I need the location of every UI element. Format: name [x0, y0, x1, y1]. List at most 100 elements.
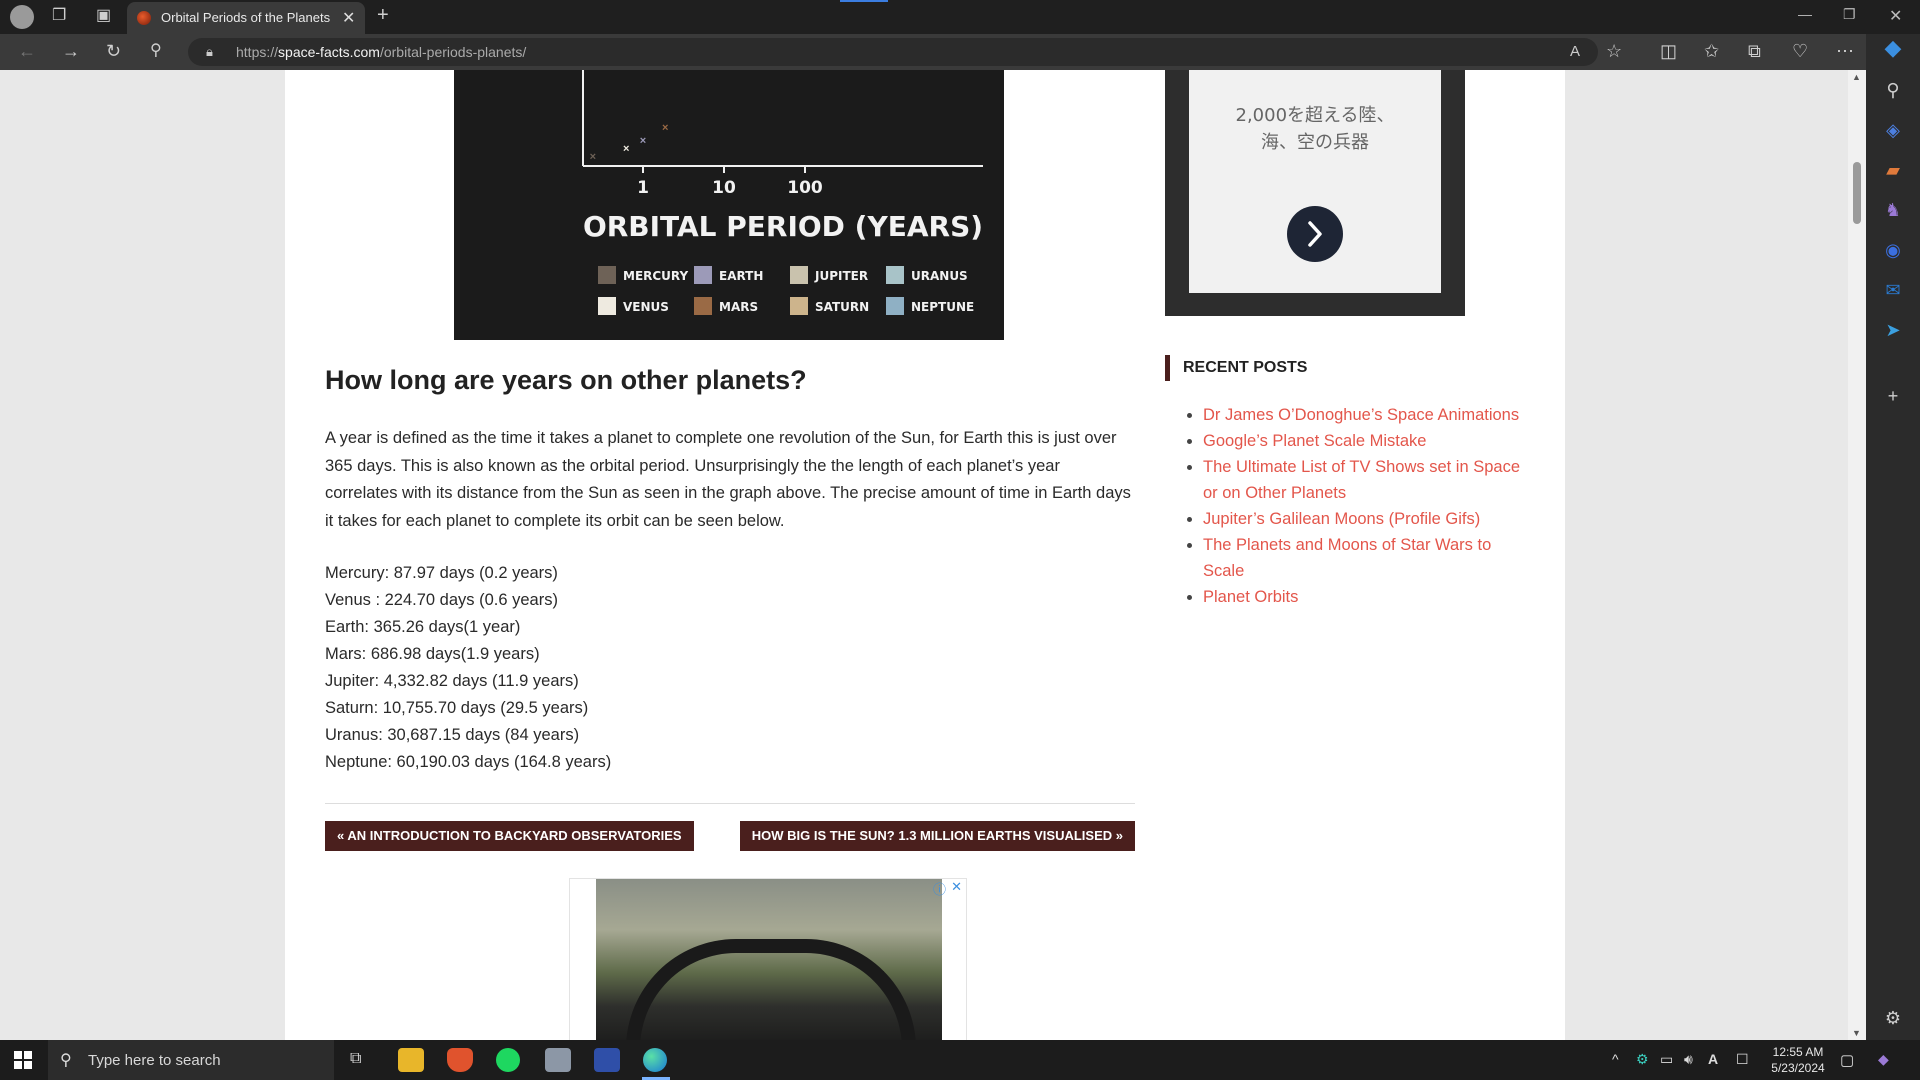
recent-post-link[interactable]: Jupiter’s Galilean Moons (Profile Gifs)	[1203, 510, 1480, 528]
refresh-icon[interactable]: ↻	[106, 41, 121, 61]
taskbar-clock[interactable]: 12:55 AM 5/23/2024	[1762, 1044, 1834, 1076]
focus-assist-icon[interactable]: ☐	[1736, 1051, 1749, 1068]
scroll-up-icon[interactable]: ▲	[1852, 72, 1861, 82]
address-bar[interactable]: 🔒︎ https://space-facts.com/orbital-perio…	[188, 38, 1622, 66]
file-explorer-icon[interactable]	[398, 1048, 424, 1072]
planet-row-mercury: Mercury: 87.97 days (0.2 years)	[325, 564, 558, 582]
legend-label-earth: EARTH	[719, 269, 763, 283]
edge-sidebar: ◆ ⚲ ◈ ▰ ♞ ◉ ✉ ➤ + ⚙	[1866, 34, 1920, 1040]
back-icon[interactable]: ←	[18, 41, 36, 61]
browser-title-bar: ❐ ▣ Orbital Periods of the Planets - S ✕…	[0, 0, 1920, 34]
input-language-icon[interactable]: A	[1708, 1051, 1718, 1067]
profile-avatar-icon[interactable]	[10, 5, 34, 29]
legend-swatch-jupiter	[790, 266, 808, 284]
network-icon[interactable]: ▭	[1660, 1051, 1673, 1068]
copilot-taskbar-icon[interactable]: ◆	[1878, 1051, 1889, 1068]
list-item: Google’s Planet Scale Mistake	[1203, 428, 1533, 454]
legend-label-saturn: SATURN	[815, 300, 869, 314]
scroll-down-icon[interactable]: ▼	[1852, 1028, 1861, 1038]
collections-icon[interactable]: ⧉	[1748, 41, 1761, 61]
split-screen-icon[interactable]: ◫	[1660, 41, 1677, 61]
edge-browser-icon[interactable]	[643, 1048, 667, 1072]
search-icon: ⚲	[60, 1052, 72, 1069]
windows-start-icon[interactable]	[14, 1051, 32, 1069]
games-icon[interactable]: ♞	[1866, 200, 1920, 220]
planet-row-uranus: Uranus: 30,687.15 days (84 years)	[325, 726, 580, 744]
chart-svg: 1 10 100 × × × × ORBITAL PERIOD (YEARS) MERCU…	[582, 70, 983, 315]
shopping-tag-icon[interactable]: ◈	[1866, 120, 1920, 140]
data-point-mercury: ×	[590, 151, 596, 163]
favorite-star-icon[interactable]: ☆	[1606, 41, 1622, 62]
tab-actions-icon[interactable]: ▣	[96, 8, 111, 24]
scrollbar-thumb[interactable]	[1853, 162, 1861, 224]
legend-swatch-earth	[694, 266, 712, 284]
clock-time: 12:55 AM	[1772, 1045, 1824, 1059]
spotify-icon[interactable]	[496, 1048, 520, 1072]
x-axis-label: ORBITAL PERIOD (YEARS)	[583, 210, 983, 243]
tab-close-icon[interactable]: ✕	[342, 8, 355, 28]
drop-icon[interactable]: ➤	[1866, 320, 1920, 340]
add-sidebar-app-icon[interactable]: +	[1866, 386, 1920, 406]
legend-label-jupiter: JUPITER	[814, 269, 868, 283]
advertisement-video[interactable]: ⓘ ✕	[569, 878, 967, 1040]
windows-taskbar: ⚲ Type here to search ⧉ ^ ⚙ ▭ 🔊︎ A ☐ 12:…	[0, 1040, 1920, 1080]
recent-post-link[interactable]: Planet Orbits	[1203, 588, 1298, 606]
legend-swatch-mars	[694, 297, 712, 315]
legend-label-venus: VENUS	[623, 300, 669, 314]
read-aloud-icon[interactable]: A	[1570, 43, 1580, 60]
planet-period-list: Mercury: 87.97 days (0.2 years) Venus : …	[325, 560, 611, 776]
ad-info-icon[interactable]: ⓘ	[933, 879, 946, 898]
legend-swatch-neptune	[886, 297, 904, 315]
forward-icon[interactable]: →	[62, 41, 80, 61]
copilot-icon[interactable]: ◆	[1866, 37, 1920, 59]
close-window-icon[interactable]: ✕	[1889, 6, 1902, 26]
tools-icon[interactable]: ▰	[1866, 160, 1920, 180]
app-icon[interactable]	[545, 1048, 571, 1072]
prev-post-link[interactable]: « AN INTRODUCTION TO BACKYARD OBSERVATOR…	[325, 821, 694, 851]
favorites-icon[interactable]: ✩	[1704, 41, 1719, 61]
legend-swatch-mercury	[598, 266, 616, 284]
cockpit-frame	[626, 939, 916, 1040]
ad-next-button[interactable]	[1287, 206, 1343, 262]
search-icon[interactable]: ⚲	[150, 41, 162, 61]
recent-post-link[interactable]: Dr James O’Donoghue’s Space Animations	[1203, 406, 1519, 424]
browser-essentials-icon[interactable]: ♡	[1792, 41, 1808, 61]
active-tab[interactable]: Orbital Periods of the Planets - S ✕	[127, 2, 365, 34]
intro-paragraph: A year is defined as the time it takes a…	[325, 429, 1131, 530]
restore-icon[interactable]: ❐	[1843, 6, 1856, 23]
ad-text-line2: 海、空の兵器	[1261, 132, 1369, 153]
workspaces-icon[interactable]: ❐	[52, 8, 66, 24]
microsoft-365-icon[interactable]: ◉	[1866, 240, 1920, 260]
web-page-viewport: 1 10 100 × × × × ORBITAL PERIOD (YEARS) MERCU…	[0, 70, 1866, 1040]
recent-post-link[interactable]: Google’s Planet Scale Mistake	[1203, 432, 1426, 450]
page-content: 1 10 100 × × × × ORBITAL PERIOD (YEARS) MERCU…	[285, 70, 1565, 1040]
notifications-icon[interactable]: ▢	[1840, 1051, 1854, 1069]
page-scrollbar[interactable]: ▲ ▼	[1848, 70, 1866, 1040]
recent-post-link[interactable]: The Ultimate List of TV Shows set in Spa…	[1203, 458, 1520, 502]
brave-browser-icon[interactable]	[447, 1048, 473, 1072]
volume-icon[interactable]: 🔊︎	[1684, 1051, 1693, 1068]
ad-text-line1: 2,000を超える陸、	[1235, 105, 1395, 126]
new-tab-icon[interactable]: +	[377, 5, 389, 25]
data-point-earth: ×	[640, 135, 646, 147]
tray-app-icon[interactable]: ⚙	[1636, 1051, 1649, 1068]
data-point-mars: ×	[662, 122, 668, 134]
next-post-link[interactable]: HOW BIG IS THE SUN? 1.3 MILLION EARTHS V…	[739, 821, 1135, 851]
sidebar-search-icon[interactable]: ⚲	[1866, 80, 1920, 100]
show-hidden-icons-icon[interactable]: ^	[1612, 1051, 1619, 1067]
task-view-icon[interactable]: ⧉	[350, 1050, 361, 1068]
sidebar-settings-icon[interactable]: ⚙	[1866, 1008, 1920, 1028]
x-tick-label: 100	[787, 178, 823, 198]
minimize-icon[interactable]: —	[1798, 6, 1812, 22]
sidebar-advertisement[interactable]: 2,000を超える陸、 海、空の兵器	[1165, 70, 1465, 316]
recent-posts-heading: RECENT POSTS	[1165, 355, 1307, 381]
url-text: https://space-facts.com/orbital-periods-…	[236, 44, 527, 60]
recent-post-link[interactable]: The Planets and Moons of Star Wars to Sc…	[1203, 536, 1491, 580]
ad-close-icon[interactable]: ✕	[951, 879, 962, 895]
more-menu-icon[interactable]: ⋯	[1836, 41, 1854, 61]
app-icon-2[interactable]	[594, 1048, 620, 1072]
site-favicon-icon	[137, 11, 151, 25]
taskbar-search-box[interactable]: ⚲ Type here to search	[48, 1040, 334, 1080]
list-item: The Ultimate List of TV Shows set in Spa…	[1203, 454, 1533, 506]
outlook-icon[interactable]: ✉	[1866, 280, 1920, 300]
